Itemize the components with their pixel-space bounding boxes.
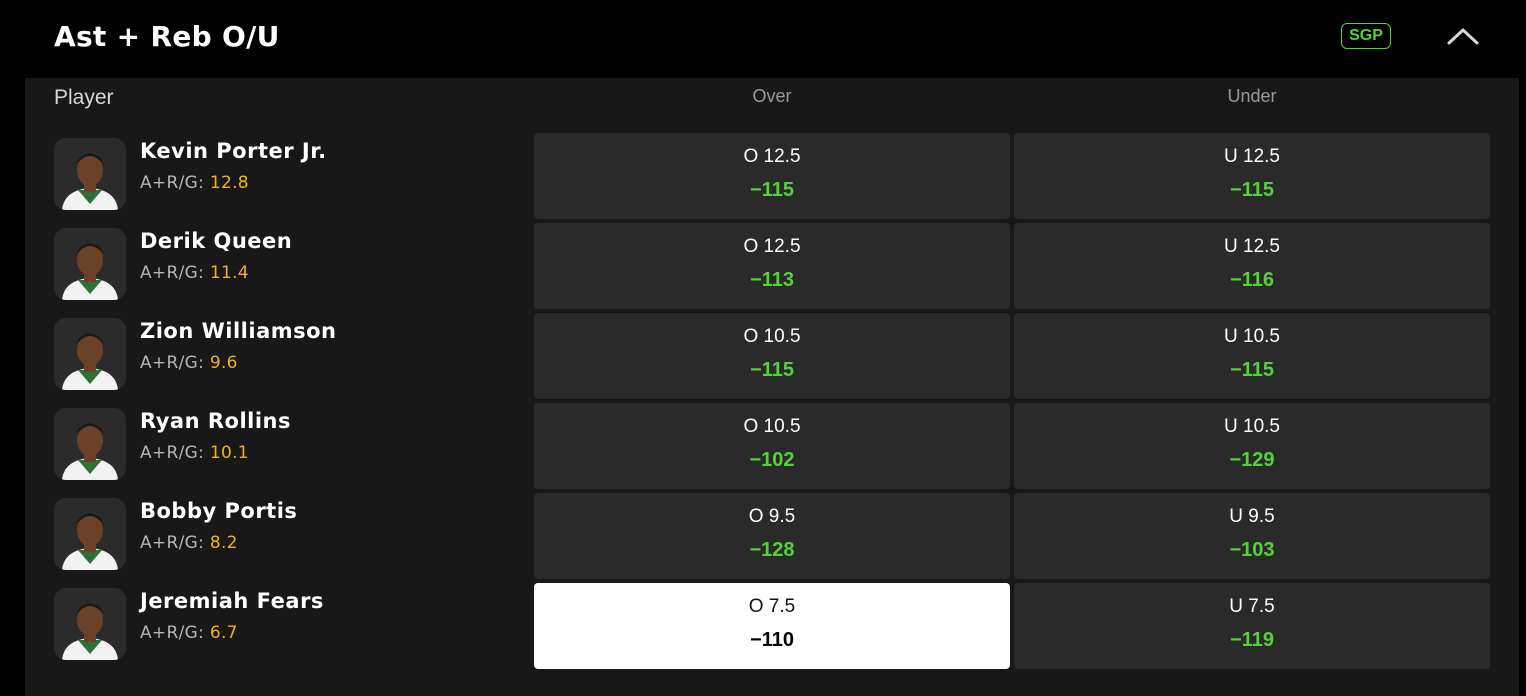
stat-label: A+R/G: bbox=[140, 443, 205, 463]
over-odds: −115 bbox=[750, 359, 794, 381]
under-odds: −116 bbox=[1230, 269, 1274, 291]
under-odds-button[interactable]: U 7.5 −119 bbox=[1014, 583, 1490, 669]
stat-value: 8.2 bbox=[209, 533, 238, 553]
market-title: Ast + Reb O/U bbox=[54, 20, 280, 53]
player-name: Bobby Portis bbox=[140, 499, 298, 523]
under-line: U 12.5 bbox=[1224, 146, 1280, 167]
player-stat: A+R/G: 6.7 bbox=[140, 623, 238, 643]
under-odds: −119 bbox=[1230, 629, 1274, 651]
player-headshot-icon bbox=[54, 228, 126, 300]
stat-value: 11.4 bbox=[209, 263, 249, 283]
player-avatar bbox=[54, 228, 126, 300]
player-row: Bobby Portis A+R/G: 8.2 O 9.5 −128 U 9.5… bbox=[0, 493, 1526, 579]
player-avatar bbox=[54, 588, 126, 660]
chevron-up-icon bbox=[1447, 28, 1479, 45]
over-odds-button[interactable]: O 10.5 −102 bbox=[534, 403, 1010, 489]
over-line: O 7.5 bbox=[748, 596, 796, 617]
over-line: O 12.5 bbox=[743, 146, 801, 167]
player-row: Jeremiah Fears A+R/G: 6.7 O 7.5 −110 U 7… bbox=[0, 583, 1526, 669]
stat-value: 12.8 bbox=[209, 173, 249, 193]
under-odds: −115 bbox=[1230, 359, 1274, 381]
under-odds: −103 bbox=[1229, 539, 1275, 561]
player-name: Jeremiah Fears bbox=[140, 589, 324, 613]
player-name: Derik Queen bbox=[140, 229, 293, 253]
column-header-over: Over bbox=[752, 86, 792, 106]
player-avatar bbox=[54, 408, 126, 480]
over-odds-button[interactable]: O 12.5 −115 bbox=[534, 133, 1010, 219]
player-stat: A+R/G: 10.1 bbox=[140, 443, 249, 463]
stat-value: 10.1 bbox=[209, 443, 249, 463]
player-name: Zion Williamson bbox=[140, 319, 337, 343]
player-headshot-icon bbox=[54, 498, 126, 570]
player-headshot-icon bbox=[54, 408, 126, 480]
under-odds-button[interactable]: U 10.5 −115 bbox=[1014, 313, 1490, 399]
over-odds: −113 bbox=[750, 269, 794, 291]
stat-label: A+R/G: bbox=[140, 263, 205, 283]
player-stat: A+R/G: 9.6 bbox=[140, 353, 238, 373]
player-avatar bbox=[54, 138, 126, 210]
under-odds-button[interactable]: U 9.5 −103 bbox=[1014, 493, 1490, 579]
player-avatar bbox=[54, 498, 126, 570]
stat-value: 6.7 bbox=[209, 623, 238, 643]
under-odds-button[interactable]: U 10.5 −129 bbox=[1014, 403, 1490, 489]
player-headshot-icon bbox=[54, 138, 126, 210]
stat-label: A+R/G: bbox=[140, 353, 205, 373]
over-line: O 12.5 bbox=[743, 236, 801, 257]
under-line: U 10.5 bbox=[1224, 326, 1280, 347]
under-line: U 12.5 bbox=[1224, 236, 1280, 257]
sgp-badge: SGP bbox=[1341, 23, 1391, 49]
player-row: Zion Williamson A+R/G: 9.6 O 10.5 −115 U… bbox=[0, 313, 1526, 399]
stat-value: 9.6 bbox=[209, 353, 238, 373]
over-line: O 10.5 bbox=[743, 326, 801, 347]
under-odds-button[interactable]: U 12.5 −115 bbox=[1014, 133, 1490, 219]
under-odds: −115 bbox=[1230, 179, 1274, 201]
stat-label: A+R/G: bbox=[140, 623, 205, 643]
column-header-under: Under bbox=[1227, 86, 1277, 106]
over-odds: −110 bbox=[750, 629, 794, 651]
under-line: U 10.5 bbox=[1224, 416, 1280, 437]
collapse-button[interactable] bbox=[1445, 22, 1481, 50]
stat-label: A+R/G: bbox=[140, 533, 205, 553]
player-headshot-icon bbox=[54, 588, 126, 660]
over-odds-button[interactable]: O 9.5 −128 bbox=[534, 493, 1010, 579]
under-odds-button[interactable]: U 12.5 −116 bbox=[1014, 223, 1490, 309]
stat-label: A+R/G: bbox=[140, 173, 205, 193]
over-odds: −102 bbox=[749, 449, 795, 471]
player-headshot-icon bbox=[54, 318, 126, 390]
player-avatar bbox=[54, 318, 126, 390]
over-odds: −128 bbox=[749, 539, 795, 561]
over-odds: −115 bbox=[750, 179, 794, 201]
player-row: Ryan Rollins A+R/G: 10.1 O 10.5 −102 U 1… bbox=[0, 403, 1526, 489]
player-row: Kevin Porter Jr. A+R/G: 12.8 O 12.5 −115… bbox=[0, 133, 1526, 219]
column-header-player: Player bbox=[54, 86, 114, 109]
player-name: Kevin Porter Jr. bbox=[140, 139, 327, 163]
over-odds-button[interactable]: O 7.5 −110 bbox=[534, 583, 1010, 669]
under-line: U 7.5 bbox=[1229, 596, 1275, 617]
player-row: Derik Queen A+R/G: 11.4 O 12.5 −113 U 12… bbox=[0, 223, 1526, 309]
market-header[interactable]: Ast + Reb O/U SGP bbox=[0, 0, 1526, 78]
player-stat: A+R/G: 12.8 bbox=[140, 173, 249, 193]
player-stat: A+R/G: 8.2 bbox=[140, 533, 238, 553]
under-odds: −129 bbox=[1229, 449, 1275, 471]
over-line: O 9.5 bbox=[748, 506, 796, 527]
over-odds-button[interactable]: O 10.5 −115 bbox=[534, 313, 1010, 399]
over-line: O 10.5 bbox=[743, 416, 801, 437]
under-line: U 9.5 bbox=[1229, 506, 1275, 527]
player-name: Ryan Rollins bbox=[140, 409, 291, 433]
player-stat: A+R/G: 11.4 bbox=[140, 263, 249, 283]
over-odds-button[interactable]: O 12.5 −113 bbox=[534, 223, 1010, 309]
